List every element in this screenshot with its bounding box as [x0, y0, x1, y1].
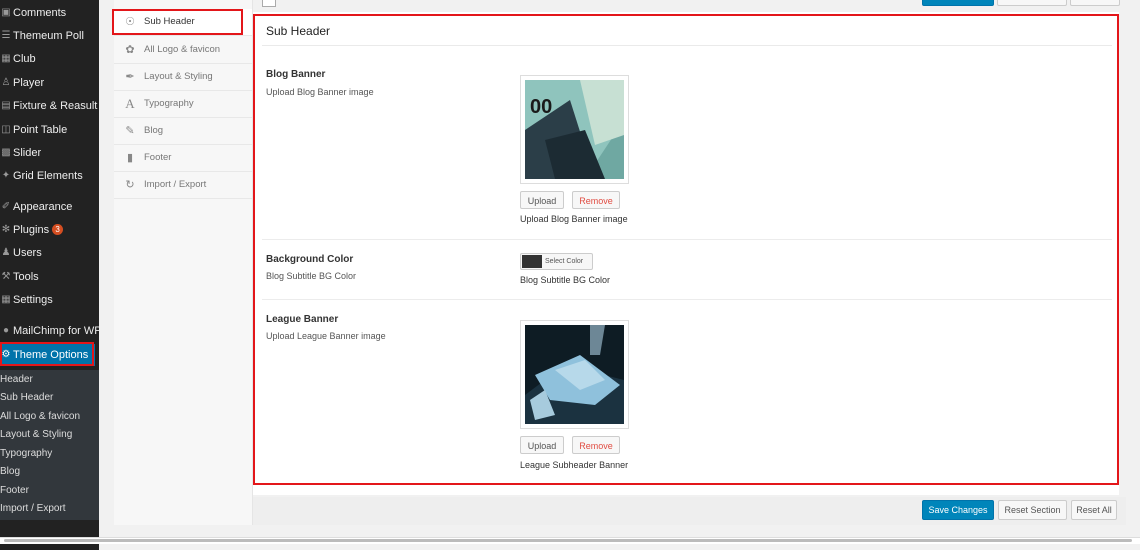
sidebar-item-label: Themeum Poll	[13, 30, 84, 42]
sidebar-item-label: Slider	[13, 147, 42, 159]
comment-icon: ▣	[1, 7, 11, 18]
reset-all-button-top[interactable]	[1070, 0, 1120, 6]
scrollbar-thumb[interactable]	[4, 539, 1132, 542]
sidebar-item-point-table[interactable]: ◫ Point Table	[0, 119, 99, 141]
sidebar-item-mailchimp[interactable]: ● MailChimp for WP	[0, 320, 99, 342]
sidebar-item-label: Grid Elements	[13, 170, 83, 182]
refresh-icon: ↻	[125, 179, 135, 191]
sidebar-item-label: Users	[13, 247, 42, 259]
player-icon: ♙	[1, 77, 11, 88]
submenu-item-typography[interactable]: Typography	[0, 445, 99, 463]
nav-item-label: Import / Export	[144, 179, 207, 190]
pencil-icon: ✒	[125, 71, 135, 83]
sidebar-item-label: MailChimp for WP	[13, 325, 99, 337]
nav-item-label: Footer	[144, 152, 172, 163]
toolbar-icon[interactable]	[262, 0, 276, 7]
nav-item-label: Layout & Styling	[144, 71, 213, 82]
leaf-icon: ✿	[125, 44, 135, 56]
sidebar-item-tools[interactable]: ⚒ Tools	[0, 266, 99, 288]
puzzle-icon: ✦	[1, 170, 11, 181]
sidebar-item-label: Appearance	[13, 201, 73, 213]
submenu-item-logo-favicon[interactable]: All Logo & favicon	[0, 408, 99, 426]
sidebar-item-label: Fixture & Reasult	[13, 100, 98, 112]
nav-item-import-export[interactable]: ↻ Import / Export	[114, 172, 252, 199]
options-footer	[253, 497, 1126, 525]
sub-header-nav-highlight	[112, 9, 243, 35]
sidebar-item-comments[interactable]: ▣ Comments	[0, 2, 99, 24]
users-icon: ♟	[1, 247, 11, 258]
submenu-item-blog[interactable]: Blog	[0, 463, 99, 481]
options-nav: ☉ Sub Header ✿ All Logo & favicon ✒ Layo…	[114, 0, 253, 525]
submenu-item-header[interactable]: Header	[0, 371, 99, 389]
nav-item-label: Blog	[144, 125, 164, 136]
sidebar-item-label: Player	[13, 77, 45, 89]
options-panel-highlight	[253, 14, 1119, 485]
sidebar-item-fixture[interactable]: ▤ Fixture & Reasult	[0, 95, 99, 117]
nav-item-logo-favicon[interactable]: ✿ All Logo & favicon	[114, 37, 252, 64]
sidebar-item-player[interactable]: ♙ Player	[0, 72, 99, 94]
nav-item-footer[interactable]: ▮ Footer	[114, 145, 252, 172]
sidebar-item-appearance[interactable]: ✐ Appearance	[0, 196, 99, 218]
sidebar-item-grid-elements[interactable]: ✦ Grid Elements	[0, 165, 99, 187]
sidebar-item-label: Club	[13, 53, 36, 65]
reset-section-button-top[interactable]	[997, 0, 1067, 6]
theme-options-submenu: Header Sub Header All Logo & favicon Lay…	[0, 370, 99, 520]
calendar-icon: ▤	[1, 100, 11, 111]
reset-section-button[interactable]: Reset Section	[998, 500, 1067, 520]
sidebar-item-slider[interactable]: ▩ Slider	[0, 142, 99, 164]
edit-icon: ✎	[125, 125, 135, 137]
list-icon: ☰	[1, 30, 11, 41]
save-changes-button-top[interactable]	[922, 0, 994, 6]
nav-item-label: Typography	[144, 98, 194, 109]
sidebar-item-label: Tools	[13, 271, 39, 283]
sidebar-item-users[interactable]: ♟ Users	[0, 242, 99, 264]
sidebar-item-label: Comments	[13, 7, 67, 19]
nav-item-typography[interactable]: A Typography	[114, 91, 252, 118]
sidebar-item-label: Plugins	[13, 224, 50, 236]
bookmark-icon: ▮	[126, 152, 134, 164]
submenu-item-import-export[interactable]: Import / Export	[0, 500, 99, 518]
sidebar-item-club[interactable]: ▦ Club	[0, 48, 99, 70]
submenu-item-sub-header[interactable]: Sub Header	[0, 389, 99, 407]
grid-icon: ▦	[1, 53, 11, 64]
sidebar-item-themeum-poll[interactable]: ☰ Themeum Poll	[0, 25, 99, 47]
nav-item-layout-styling[interactable]: ✒ Layout & Styling	[114, 64, 252, 91]
plugins-label-wrap: Plugins 3	[13, 219, 64, 241]
wrench-icon: ⚒	[1, 271, 11, 282]
brush-icon: ✐	[1, 201, 11, 212]
plugin-icon: ✻	[1, 224, 11, 235]
table-icon: ◫	[1, 124, 11, 135]
theme-options-highlight	[0, 342, 94, 366]
nav-item-blog[interactable]: ✎ Blog	[114, 118, 252, 145]
sidebar-item-settings[interactable]: ▦ Settings	[0, 289, 99, 311]
sidebar-item-label: Point Table	[13, 124, 68, 136]
submenu-item-layout-styling[interactable]: Layout & Styling	[0, 426, 99, 444]
reset-all-button[interactable]: Reset All	[1071, 500, 1117, 520]
submenu-item-footer[interactable]: Footer	[0, 482, 99, 500]
plugins-update-badge: 3	[52, 224, 64, 235]
sidebar-item-plugins[interactable]: ✻ Plugins 3	[0, 219, 99, 241]
nav-item-label: All Logo & favicon	[144, 44, 221, 55]
sidebar-item-label: Settings	[13, 294, 53, 306]
mailchimp-icon: ●	[2, 325, 10, 336]
slider-icon: ▩	[1, 147, 11, 158]
typography-icon: A	[125, 96, 135, 111]
save-changes-button[interactable]: Save Changes	[922, 500, 994, 520]
settings-icon: ▦	[1, 294, 11, 305]
